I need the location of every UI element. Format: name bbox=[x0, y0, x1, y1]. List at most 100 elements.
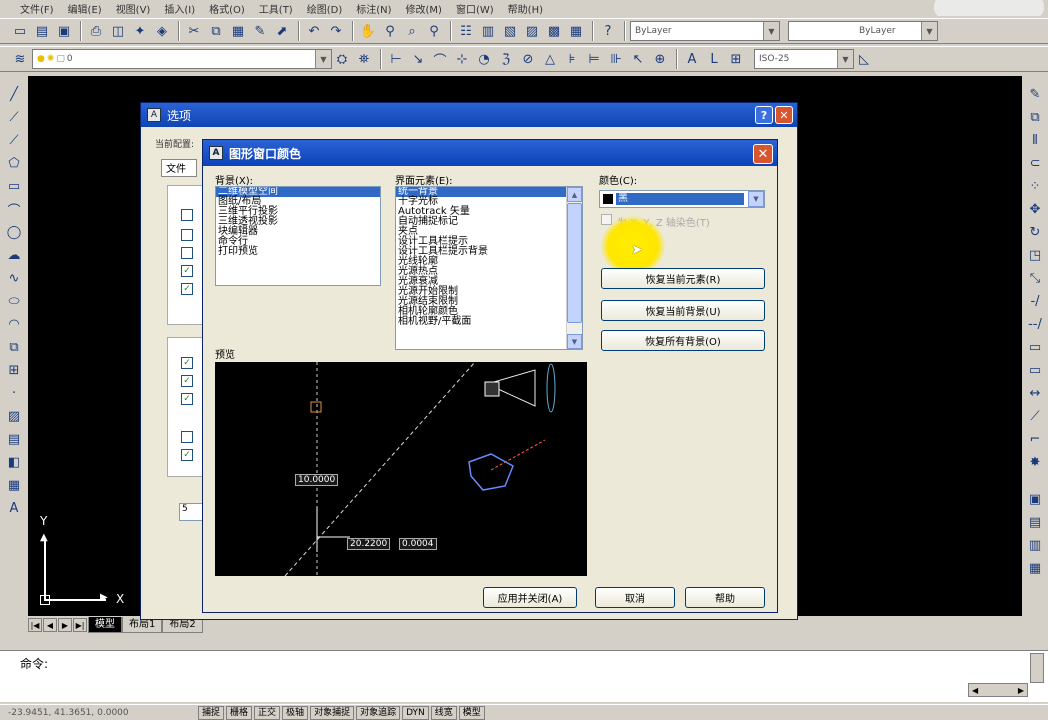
help-button[interactable]: 帮助 bbox=[685, 587, 765, 608]
tab-model[interactable]: 模型 bbox=[88, 617, 122, 633]
hatch-icon[interactable]: ▨ bbox=[4, 406, 24, 427]
preview-icon[interactable]: ◫ bbox=[108, 21, 128, 41]
menu-dimension[interactable]: 标注(N) bbox=[356, 1, 391, 16]
chevron-down-icon[interactable]: ▼ bbox=[748, 191, 764, 207]
lineweight-toggle[interactable]: 线宽 bbox=[430, 705, 457, 720]
layer-manager-icon[interactable]: ≋ bbox=[10, 49, 30, 69]
restore-all-contexts-button[interactable]: 恢复所有背景(O) bbox=[601, 330, 765, 351]
mtext-icon[interactable]: A bbox=[4, 498, 24, 519]
revision-cloud-icon[interactable]: ☁ bbox=[4, 245, 24, 266]
interface-element-list[interactable]: 统一背景 十字光标 Autotrack 矢量 自动捕捉标记 夹点 设计工具栏提示 设计工具栏… bbox=[395, 186, 583, 350]
restore-current-context-button[interactable]: 恢复当前背景(U) bbox=[601, 300, 765, 321]
menu-view[interactable]: 视图(V) bbox=[116, 1, 151, 16]
scroll-left-icon[interactable]: ◀ bbox=[972, 686, 978, 695]
dim-text-edit-icon[interactable]: Ⅼ bbox=[704, 49, 724, 69]
copy-icon[interactable]: ⧉ bbox=[206, 21, 226, 41]
option-checkbox[interactable] bbox=[181, 431, 193, 443]
break-at-point-icon[interactable]: ▭ bbox=[1025, 337, 1045, 358]
extend-icon[interactable]: --/ bbox=[1025, 314, 1045, 335]
menu-insert[interactable]: 插入(I) bbox=[164, 1, 195, 16]
restore-current-element-button[interactable]: 恢复当前元素(R) bbox=[601, 268, 765, 289]
scale-icon[interactable]: ◳ bbox=[1025, 245, 1045, 266]
cut-icon[interactable]: ✂ bbox=[184, 21, 204, 41]
array-icon[interactable]: ⁘ bbox=[1025, 176, 1045, 197]
save-icon[interactable]: ▣ bbox=[54, 21, 74, 41]
option-checkbox[interactable]: ✓ bbox=[181, 375, 193, 387]
make-current-layer-icon[interactable]: ⛭ bbox=[332, 49, 352, 69]
baseline-dim-icon[interactable]: ⊨ bbox=[584, 49, 604, 69]
chevron-down-icon[interactable]: ▼ bbox=[763, 22, 779, 40]
erase-icon[interactable]: ✎ bbox=[1025, 84, 1045, 105]
stretch-icon[interactable]: ⤡ bbox=[1025, 268, 1045, 289]
markup-icon[interactable]: ▩ bbox=[544, 21, 564, 41]
sheet-set-icon[interactable]: ▨ bbox=[522, 21, 542, 41]
region-icon[interactable]: ◧ bbox=[4, 452, 24, 473]
menu-help[interactable]: 帮助(H) bbox=[508, 1, 543, 16]
first-tab-icon[interactable]: |◀ bbox=[28, 618, 42, 632]
spline-icon[interactable]: ∿ bbox=[4, 268, 24, 289]
circle-icon[interactable]: ◯ bbox=[4, 222, 24, 243]
mirror-icon[interactable]: ⫴ bbox=[1025, 130, 1045, 151]
polygon-icon[interactable]: ⬠ bbox=[4, 153, 24, 174]
pan-icon[interactable]: ✋ bbox=[358, 21, 378, 41]
construction-line-icon[interactable]: ⟋ bbox=[4, 107, 24, 128]
insert-block-icon[interactable]: ⧉ bbox=[4, 337, 24, 358]
draworder-under-icon[interactable]: ▦ bbox=[1025, 558, 1045, 579]
undo-icon[interactable]: ↶ bbox=[304, 21, 324, 41]
ortho-toggle[interactable]: 正交 bbox=[254, 705, 281, 720]
option-checkbox[interactable]: ✓ bbox=[181, 283, 193, 295]
color-combo[interactable]: ByLayer ▼ bbox=[630, 21, 780, 41]
gradient-icon[interactable]: ▤ bbox=[4, 429, 24, 450]
angular-dim-icon[interactable]: △ bbox=[540, 49, 560, 69]
block-editor-icon[interactable]: ⬈ bbox=[272, 21, 292, 41]
command-hscrollbar[interactable]: ◀ ▶ bbox=[968, 683, 1028, 697]
last-tab-icon[interactable]: ▶| bbox=[73, 618, 87, 632]
snap-toggle[interactable]: 捕捉 bbox=[198, 705, 225, 720]
tool-palettes-icon[interactable]: ▧ bbox=[500, 21, 520, 41]
rotate-icon[interactable]: ↻ bbox=[1025, 222, 1045, 243]
table-icon[interactable]: ▦ bbox=[4, 475, 24, 496]
scroll-up-icon[interactable]: ▲ bbox=[567, 187, 582, 202]
calculator-icon[interactable]: ▦ bbox=[566, 21, 586, 41]
make-block-icon[interactable]: ⊞ bbox=[4, 360, 24, 381]
grid-toggle[interactable]: 栅格 bbox=[226, 705, 253, 720]
layer-combo[interactable]: ● ✺ ▢ 0 ▼ bbox=[32, 49, 332, 69]
move-icon[interactable]: ✥ bbox=[1025, 199, 1045, 220]
close-button[interactable]: ✕ bbox=[753, 144, 773, 164]
next-tab-icon[interactable]: ▶ bbox=[58, 618, 72, 632]
join-icon[interactable]: ↔ bbox=[1025, 383, 1045, 404]
break-icon[interactable]: ▭ bbox=[1025, 360, 1045, 381]
layer-previous-icon[interactable]: ⛯ bbox=[354, 49, 374, 69]
diameter-dim-icon[interactable]: ⊘ bbox=[518, 49, 538, 69]
scroll-down-icon[interactable]: ▼ bbox=[567, 334, 582, 349]
polar-toggle[interactable]: 极轴 bbox=[282, 705, 309, 720]
dim-update-icon[interactable]: ⊞ bbox=[726, 49, 746, 69]
point-icon[interactable]: · bbox=[4, 383, 24, 404]
context-list[interactable]: 二维模型空间 图纸/布局 三维平行投影 三维透视投影 块编辑器 命令行 打印预览 bbox=[215, 186, 381, 286]
quick-dim-icon[interactable]: ⊧ bbox=[562, 49, 582, 69]
model-toggle[interactable]: 模型 bbox=[458, 705, 485, 720]
color-select[interactable]: 黑 ▼ bbox=[599, 190, 765, 208]
zoom-realtime-icon[interactable]: ⚲ bbox=[380, 21, 400, 41]
draworder-front-icon[interactable]: ▥ bbox=[1025, 535, 1045, 556]
command-window[interactable]: 命令: ◀ ▶ bbox=[0, 650, 1048, 702]
tolerance-icon[interactable]: ⊕ bbox=[650, 49, 670, 69]
context-list-item[interactable]: 打印预览 bbox=[216, 247, 380, 257]
scroll-right-icon[interactable]: ▶ bbox=[1018, 686, 1024, 695]
menu-modify[interactable]: 修改(M) bbox=[406, 1, 442, 16]
dyn-toggle[interactable]: DYN bbox=[402, 705, 429, 720]
list-scrollbar[interactable]: ▲ ▼ bbox=[566, 187, 582, 349]
option-checkbox[interactable] bbox=[181, 229, 193, 241]
draworder-back-icon[interactable]: ▤ bbox=[1025, 512, 1045, 533]
design-center-icon[interactable]: ▥ bbox=[478, 21, 498, 41]
rectangle-icon[interactable]: ▭ bbox=[4, 176, 24, 197]
radius-dim-icon[interactable]: ◔ bbox=[474, 49, 494, 69]
option-checkbox[interactable]: ✓ bbox=[181, 393, 193, 405]
redo-icon[interactable]: ↷ bbox=[326, 21, 346, 41]
menu-format[interactable]: 格式(O) bbox=[209, 1, 245, 16]
linear-dim-icon[interactable]: ⊢ bbox=[386, 49, 406, 69]
chamfer-icon[interactable]: ⟋ bbox=[1025, 406, 1045, 427]
fillet-icon[interactable]: ⌐ bbox=[1025, 429, 1045, 450]
prev-tab-icon[interactable]: ◀ bbox=[43, 618, 57, 632]
publish-web-icon[interactable]: ◈ bbox=[152, 21, 172, 41]
